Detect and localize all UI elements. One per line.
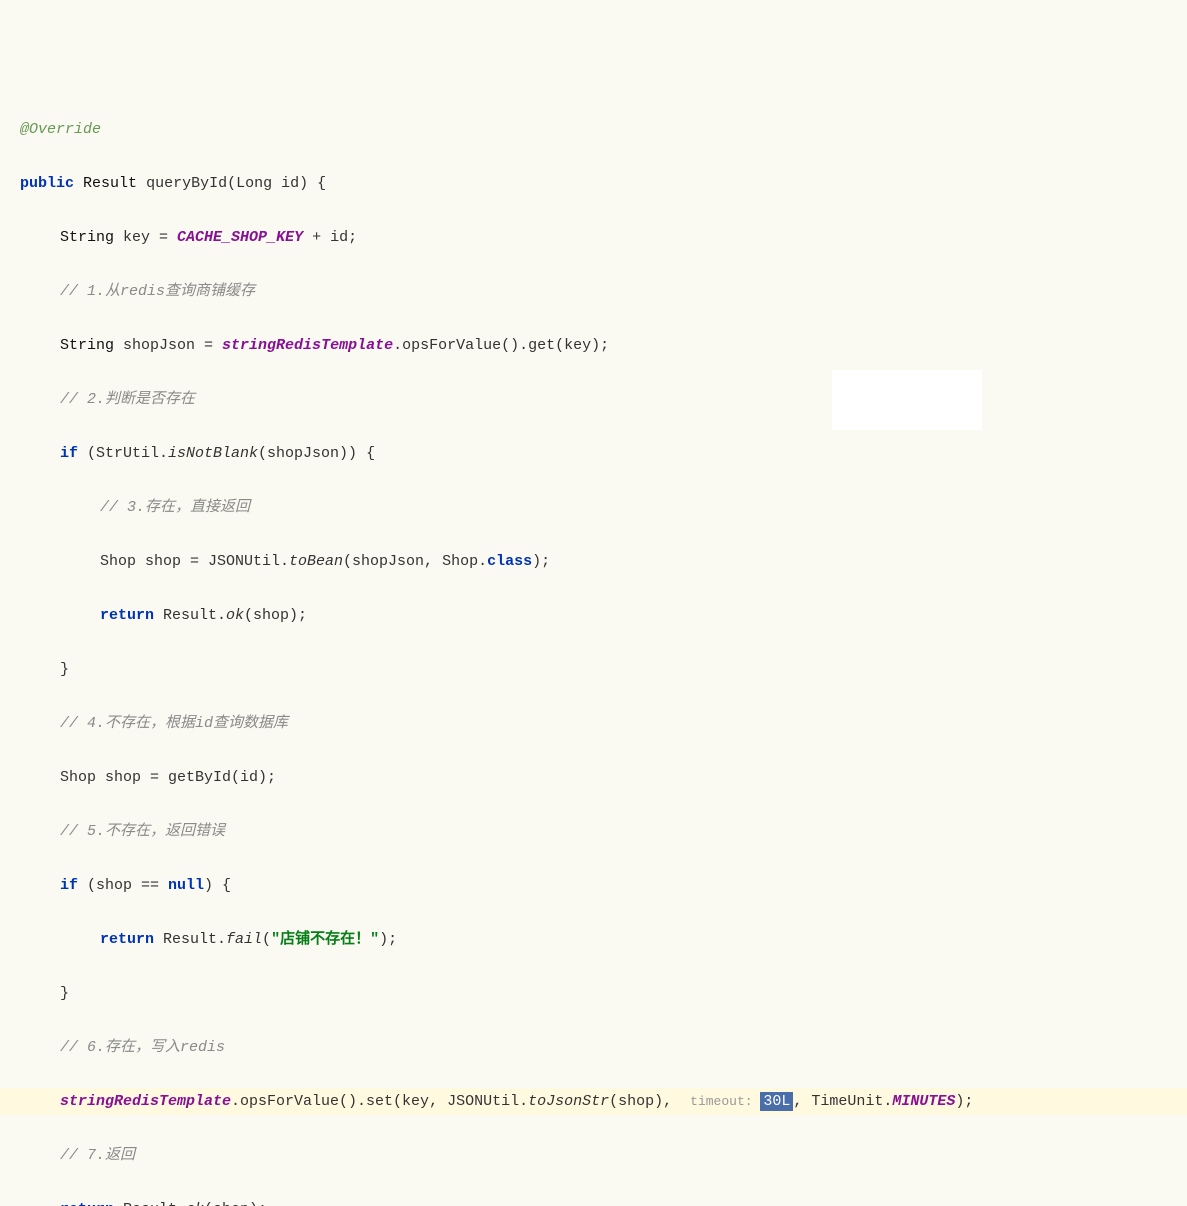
code-line-6: // 2.判断是否存在 [0,386,1187,413]
code-line-21: return Result.ok(shop); [0,1196,1187,1206]
code-line-5: String shopJson = stringRedisTemplate.op… [0,332,1187,359]
code-line-19-highlighted[interactable]: stringRedisTemplate.opsForValue().set(ke… [0,1088,1187,1115]
code-line-13: Shop shop = getById(id); [0,764,1187,791]
code-line-8: // 3.存在，直接返回 [0,494,1187,521]
code-line-3: String key = CACHE_SHOP_KEY + id; [0,224,1187,251]
code-line-2: public Result queryById(Long id) { [0,170,1187,197]
code-line-10: return Result.ok(shop); [0,602,1187,629]
code-line-17: } [0,980,1187,1007]
white-overlay-box [832,370,982,430]
code-line-14: // 5.不存在，返回错误 [0,818,1187,845]
code-line-18: // 6.存在，写入redis [0,1034,1187,1061]
code-line-1: @Override [0,116,1187,143]
code-line-15: if (shop == null) { [0,872,1187,899]
code-line-7: if (StrUtil.isNotBlank(shopJson)) { [0,440,1187,467]
selected-text[interactable]: 30L [760,1092,793,1111]
code-line-20: // 7.返回 [0,1142,1187,1169]
code-line-12: // 4.不存在，根据id查询数据库 [0,710,1187,737]
code-line-16: return Result.fail("店铺不存在！"); [0,926,1187,953]
code-line-9: Shop shop = JSONUtil.toBean(shopJson, Sh… [0,548,1187,575]
annotation-override: @Override [20,121,101,138]
parameter-hint-timeout: timeout: [690,1094,760,1109]
code-line-11: } [0,656,1187,683]
code-line-4: // 1.从redis查询商铺缓存 [0,278,1187,305]
